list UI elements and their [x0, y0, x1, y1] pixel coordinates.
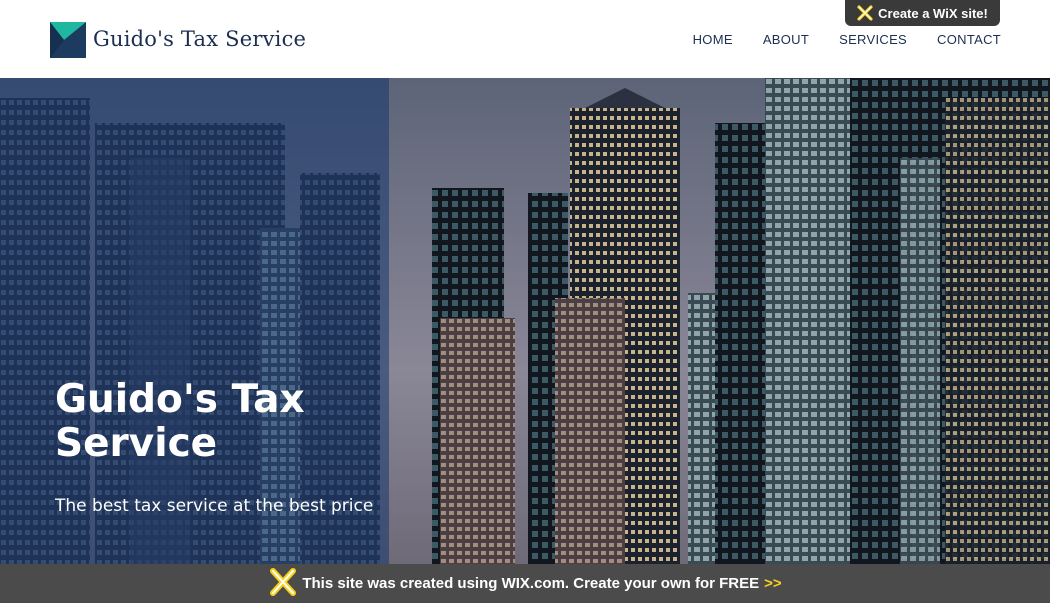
hero-title-line-1: Guido's Tax: [55, 377, 305, 422]
wix-x-icon: [857, 5, 873, 21]
logo-mark-icon[interactable]: [50, 22, 86, 58]
banner-text: This site was created using WIX.com. Cre…: [302, 575, 760, 592]
nav-about[interactable]: ABOUT: [763, 32, 809, 47]
banner-arrows: >>: [764, 575, 782, 592]
main-nav: HOME ABOUT SERVICES CONTACT: [693, 32, 1001, 47]
create-wix-site-label: Create a WiX site!: [878, 5, 988, 21]
hero-overlay: [0, 78, 389, 564]
nav-services[interactable]: SERVICES: [839, 32, 907, 47]
nav-home[interactable]: HOME: [693, 32, 733, 47]
hero-title: Guido's Tax Service: [55, 378, 375, 466]
site-title[interactable]: Guido's Tax Service: [93, 27, 306, 51]
create-wix-site-button[interactable]: Create a WiX site!: [845, 0, 1000, 26]
wix-x-icon: [270, 567, 297, 596]
hero-section: Guido's Tax Service The best tax service…: [0, 78, 1050, 564]
site-header: Guido's Tax Service HOME ABOUT SERVICES …: [0, 0, 1050, 78]
wix-promo-banner[interactable]: This site was created using WIX.com. Cre…: [0, 564, 1050, 603]
hero-subtitle: The best tax service at the best price: [55, 496, 374, 516]
hero-title-line-2: Service: [55, 421, 218, 466]
nav-contact[interactable]: CONTACT: [937, 32, 1001, 47]
